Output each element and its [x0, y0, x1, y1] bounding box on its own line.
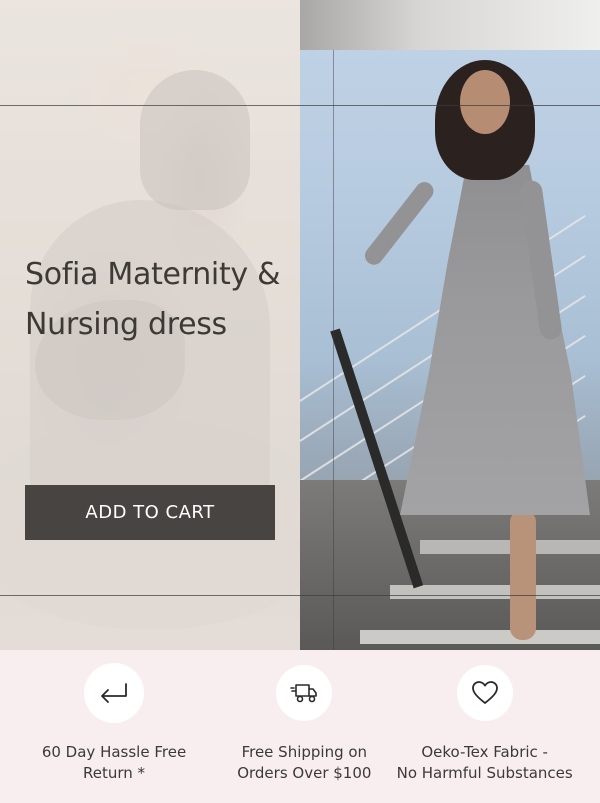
hero-section: Sofia Maternity & Nursing dress ADD TO C… — [0, 0, 600, 650]
model-on-stairs-photo — [299, 0, 600, 650]
feature-fabric-label: Oeko-Tex Fabric - No Harmful Substances — [396, 743, 573, 782]
delivery-truck-icon — [276, 665, 333, 721]
add-to-cart-button[interactable]: ADD TO CART — [25, 485, 275, 540]
product-title: Sofia Maternity & Nursing dress — [25, 257, 281, 342]
heart-icon — [456, 665, 513, 721]
feature-strip: 60 Day Hassle Free Return * Free Shippin… — [0, 650, 600, 803]
feature-returns-label: 60 Day Hassle Free Return * — [41, 743, 187, 782]
feature-shipping: Free Shipping on Orders Over $100 — [209, 650, 404, 803]
guide-line — [0, 595, 600, 596]
guide-line — [333, 50, 334, 650]
feature-shipping-label: Free Shipping on Orders Over $100 — [237, 743, 372, 782]
return-arrow-icon — [84, 663, 144, 723]
feature-fabric: Oeko-Tex Fabric - No Harmful Substances — [397, 650, 600, 803]
guide-line — [0, 105, 600, 106]
feature-returns: 60 Day Hassle Free Return * — [0, 650, 209, 803]
